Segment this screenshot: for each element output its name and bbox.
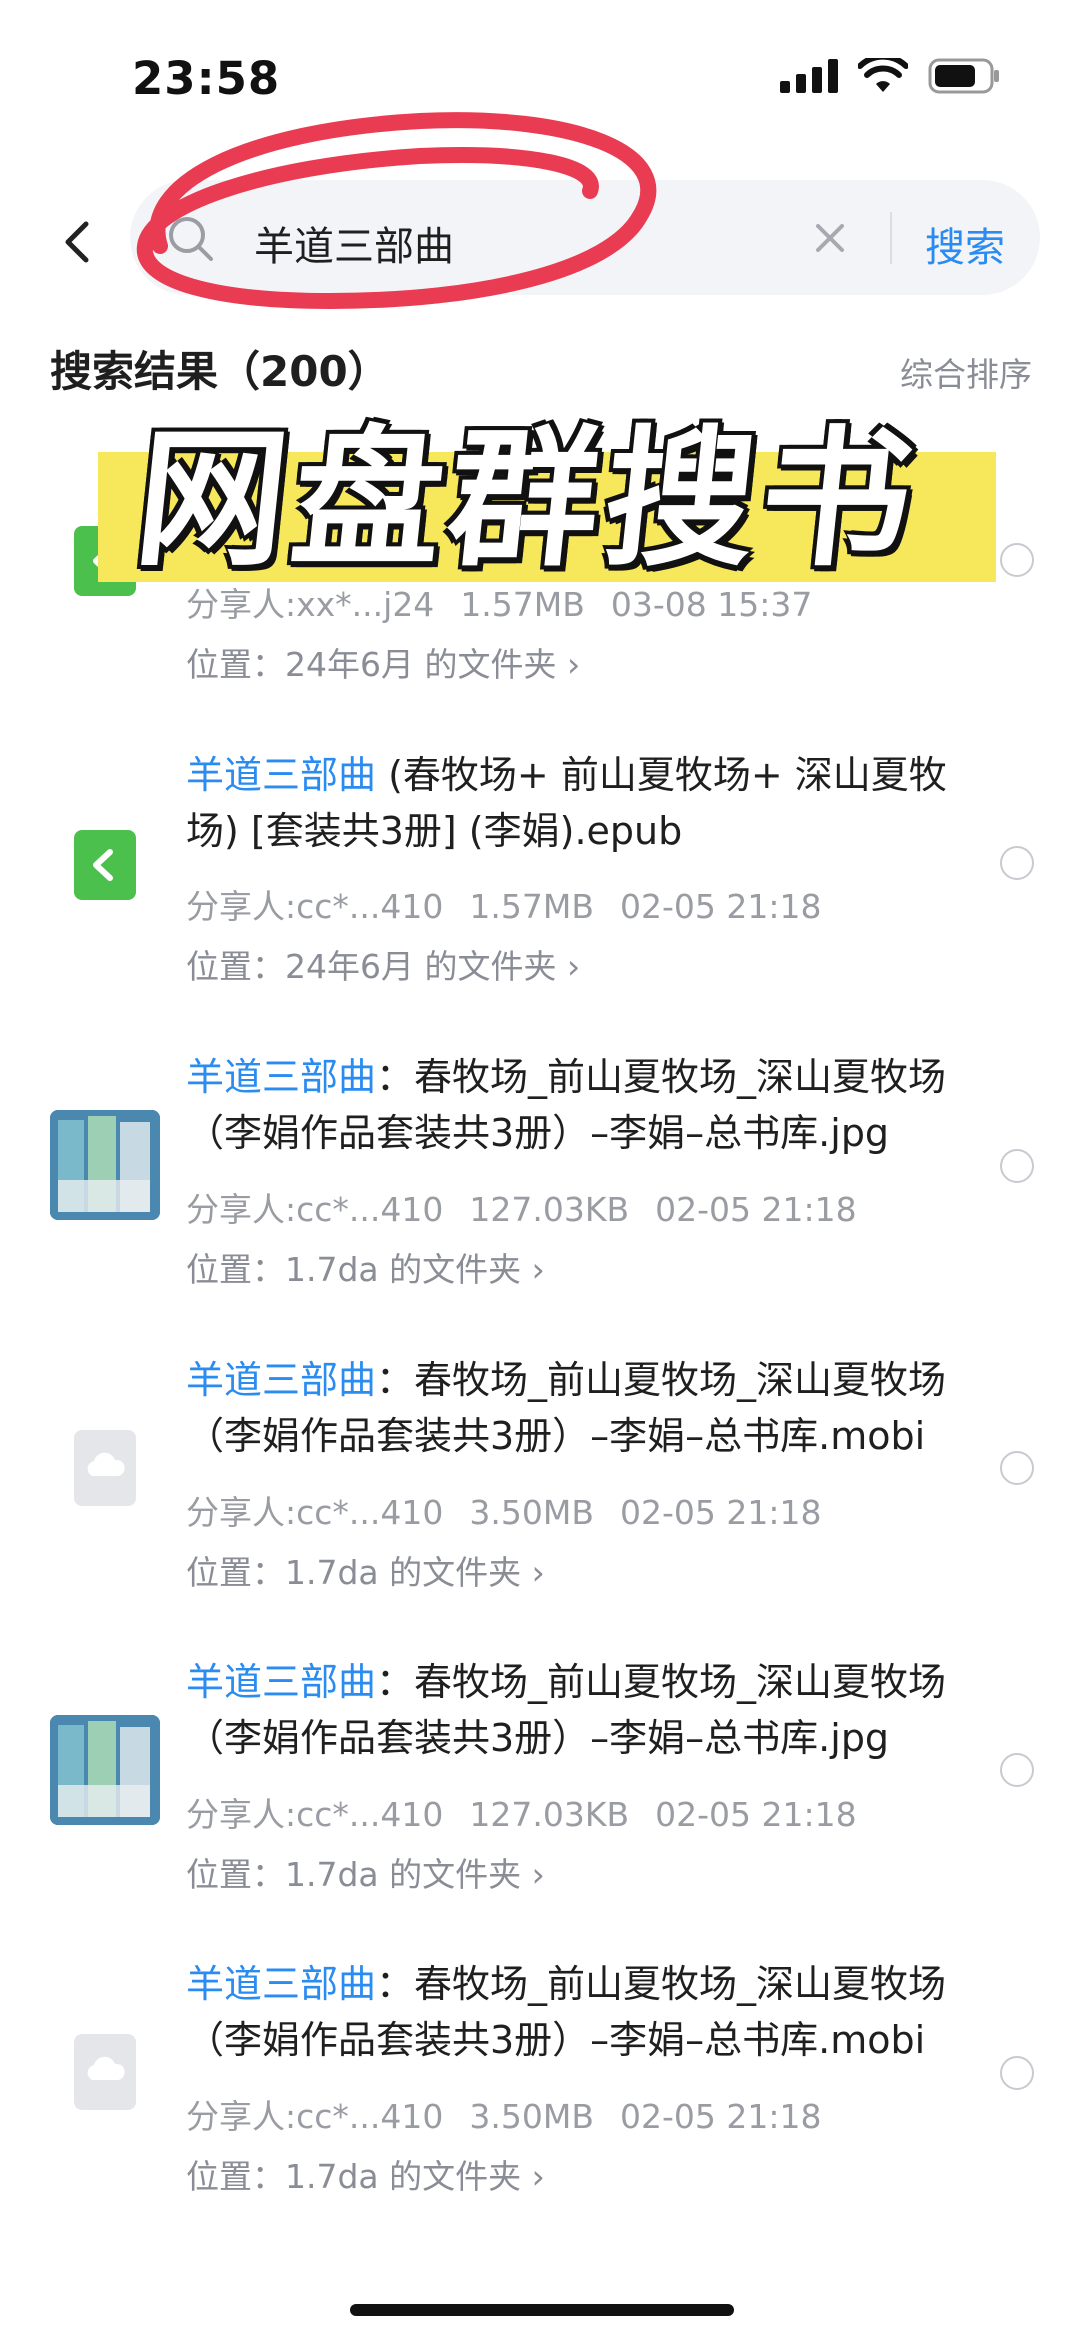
select-radio[interactable] — [1000, 1451, 1034, 1485]
book-cover-icon — [50, 1715, 160, 1825]
item-meta: 分享人:cc*...410 127.03KB 02-05 21:18 — [186, 1183, 883, 1231]
search-divider — [890, 212, 892, 264]
item-title[interactable]: 羊道三部曲：春牧场_前山夏牧场_深山夏牧场（李娟作品套装共3册）–李娟–总书库.… — [186, 1956, 976, 2068]
select-radio[interactable] — [1000, 1149, 1034, 1183]
share-date: 02-05 21:18 — [655, 1795, 857, 1834]
item-meta: 分享人:cc*...410 3.50MB 02-05 21:18 — [186, 2090, 847, 2138]
share-date: 02-05 21:18 — [619, 2097, 822, 2136]
item-title-highlight: 羊道三部曲 — [186, 753, 377, 797]
cloud-file-icon — [74, 2034, 136, 2110]
sharer-label: 分享人:cc*...410 — [186, 1795, 444, 1834]
search-input[interactable]: 羊道三部曲 — [254, 214, 454, 272]
epub-icon — [74, 830, 136, 900]
file-size: 1.57MB — [469, 887, 594, 926]
select-radio[interactable] — [1000, 2056, 1034, 2090]
item-meta: 分享人:cc*...410 1.57MB 02-05 21:18 — [186, 880, 847, 928]
item-location-link[interactable]: 位置：24年6月 的文件夹 › — [186, 638, 580, 686]
clear-icon[interactable] — [810, 218, 850, 258]
item-title-highlight: 羊道三部曲 — [186, 1660, 377, 1704]
status-time: 23:58 — [132, 52, 281, 105]
item-title-highlight: 羊道三部曲 — [186, 1962, 377, 2006]
item-location-link[interactable]: 位置：1.7da 的文件夹 › — [186, 1848, 545, 1896]
promo-banner-text: 网盘群搜书 — [128, 413, 927, 587]
sharer-label: 分享人:xx*...j24 — [186, 585, 435, 624]
item-meta: 分享人:cc*...410 3.50MB 02-05 21:18 — [186, 1486, 847, 1534]
search-button[interactable]: 搜索 — [925, 215, 1005, 273]
item-title-highlight: 羊道三部曲 — [186, 1055, 377, 1099]
item-location-link[interactable]: 位置：1.7da 的文件夹 › — [186, 1243, 545, 1291]
item-title[interactable]: 羊道三部曲：春牧场_前山夏牧场_深山夏牧场（李娟作品套装共3册）–李娟–总书库.… — [186, 1049, 976, 1161]
share-date: 02-05 21:18 — [655, 1190, 857, 1229]
share-date: 02-05 21:18 — [619, 1493, 822, 1532]
status-icons — [780, 58, 1000, 94]
file-size: 1.57MB — [460, 585, 585, 624]
search-bar[interactable]: 羊道三部曲 搜索 — [130, 180, 1040, 295]
file-size: 3.50MB — [469, 1493, 594, 1532]
item-location-link[interactable]: 位置：1.7da 的文件夹 › — [186, 2150, 545, 2198]
cellular-signal-icon — [780, 59, 838, 93]
search-icon — [169, 217, 213, 261]
share-date: 02-05 21:18 — [619, 887, 822, 926]
item-location-link[interactable]: 位置：24年6月 的文件夹 › — [186, 940, 580, 988]
home-indicator[interactable] — [350, 2304, 734, 2316]
cloud-file-icon — [74, 1430, 136, 1506]
sharer-label: 分享人:cc*...410 — [186, 2097, 444, 2136]
item-title[interactable]: 羊道三部曲：春牧场_前山夏牧场_深山夏牧场（李娟作品套装共3册）–李娟–总书库.… — [186, 1352, 976, 1464]
sharer-label: 分享人:cc*...410 — [186, 1190, 444, 1229]
battery-icon — [928, 58, 999, 94]
select-radio[interactable] — [1000, 543, 1034, 577]
book-cover-icon — [50, 1110, 160, 1220]
share-date: 03-08 15:37 — [610, 585, 813, 624]
select-radio[interactable] — [1000, 846, 1034, 880]
back-button[interactable] — [50, 212, 110, 272]
item-meta: 分享人:cc*...410 127.03KB 02-05 21:18 — [186, 1788, 883, 1836]
item-location-link[interactable]: 位置：1.7da 的文件夹 › — [186, 1546, 545, 1594]
item-title[interactable]: 羊道三部曲 (春牧场+ 前山夏牧场+ 深山夏牧场) [套装共3册] (李娟).e… — [186, 747, 976, 859]
item-title[interactable]: 羊道三部曲：春牧场_前山夏牧场_深山夏牧场（李娟作品套装共3册）–李娟–总书库.… — [186, 1654, 976, 1766]
select-radio[interactable] — [1000, 1753, 1034, 1787]
item-title-highlight: 羊道三部曲 — [186, 1358, 377, 1402]
chevron-left-icon — [65, 221, 89, 263]
file-size: 3.50MB — [469, 2097, 594, 2136]
sharer-label: 分享人:cc*...410 — [186, 887, 444, 926]
file-size: 127.03KB — [469, 1795, 630, 1834]
sharer-label: 分享人:cc*...410 — [186, 1493, 444, 1532]
file-size: 127.03KB — [469, 1190, 630, 1229]
wifi-icon — [858, 58, 908, 92]
